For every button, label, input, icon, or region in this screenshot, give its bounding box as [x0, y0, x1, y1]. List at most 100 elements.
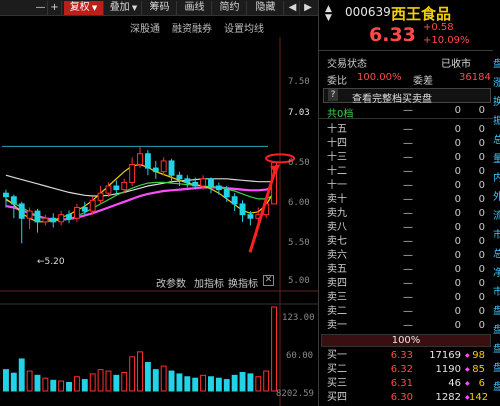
prev-button[interactable]: ◀ — [286, 1, 300, 15]
sell-level-label: 卖三 — [327, 292, 347, 303]
side-tab[interactable]: 市 — [493, 226, 500, 241]
side-tab[interactable]: 总 — [493, 245, 500, 260]
candle-body — [66, 214, 72, 219]
sell-level-volume: 0 — [454, 138, 461, 149]
zoom-out-button[interactable]: — — [34, 1, 48, 15]
volume-bar — [200, 374, 207, 392]
sell-level-row[interactable]: 十二 — 0 0 — [319, 165, 500, 178]
candle-body — [192, 181, 199, 187]
price-change: +0.58 — [423, 22, 454, 33]
next-stock-icon[interactable]: ▼ — [325, 13, 332, 23]
volume-bar — [137, 351, 143, 392]
sell-level-orders: 0 — [478, 166, 485, 177]
side-tab[interactable]: 换 — [493, 93, 500, 108]
hide-button[interactable]: 隐藏 — [248, 1, 284, 15]
side-tab[interactable]: 净 — [493, 264, 500, 279]
volume-bar — [152, 369, 159, 392]
sell-level-row[interactable]: 卖八 — 0 0 — [319, 221, 500, 234]
sell-level-row[interactable]: 卖三 — 0 0 — [319, 291, 500, 304]
buy-level-label: 买二 — [327, 364, 347, 375]
restore-rights-dropdown[interactable]: 复权 ▼ — [64, 1, 104, 15]
side-tab[interactable]: 盘 — [493, 378, 500, 393]
sell-level-row[interactable]: 卖七 — 0 0 — [319, 235, 500, 248]
close-indicator-button[interactable]: ✕ — [263, 275, 274, 286]
switch-indicator-link[interactable]: 换指标 — [228, 275, 258, 290]
candle-body — [176, 174, 183, 180]
side-tab[interactable]: 盘 — [493, 321, 500, 336]
total-vol: 0 — [454, 105, 461, 116]
sell-level-row[interactable]: 十一 — 0 0 — [319, 179, 500, 192]
volume-tick-base: 8202.59 — [276, 389, 314, 399]
edit-params-link[interactable]: 改参数 — [156, 275, 186, 290]
draw-line-button[interactable]: 画线 — [178, 1, 212, 15]
buy-level-row[interactable]: 买一 6.33 17169 ◆ 98 — [319, 349, 500, 362]
add-indicator-link[interactable]: 加指标 — [194, 275, 224, 290]
moving-average-line — [5, 163, 275, 223]
volume-bar — [121, 371, 128, 392]
side-tab[interactable]: 盘 — [493, 359, 500, 374]
next-button[interactable]: ▶ — [301, 1, 315, 15]
overlay-label: 叠加 — [109, 2, 130, 13]
help-icon[interactable]: ? — [328, 89, 338, 101]
side-tab[interactable]: 外 — [493, 188, 500, 203]
side-tab[interactable]: 市 — [493, 283, 500, 298]
sell-level-row[interactable]: 十三 — 0 0 — [319, 151, 500, 164]
sell-level-volume: 0 — [454, 180, 461, 191]
side-tab[interactable]: 内 — [493, 169, 500, 184]
candle-body — [97, 192, 104, 201]
buy-level-orders: 98 — [472, 350, 485, 361]
buy-level-orders: 142 — [469, 392, 489, 403]
sell-level-volume: 0 — [454, 278, 461, 289]
sell-level-label: 十四 — [327, 138, 347, 149]
side-tab[interactable]: 总 — [493, 131, 500, 146]
sell-level-label: 卖九 — [327, 208, 347, 219]
sell-level-row[interactable]: 卖一 — 0 0 — [319, 319, 500, 332]
side-tab[interactable]: 盘 — [493, 55, 500, 70]
sell-level-orders: 0 — [478, 222, 485, 233]
sell-level-label: 卖四 — [327, 278, 347, 289]
side-tab[interactable]: 振 — [493, 112, 500, 127]
sell-level-row[interactable]: 卖二 — 0 0 — [319, 305, 500, 318]
side-tab[interactable]: 盘 — [493, 340, 500, 355]
side-tab[interactable]: 流 — [493, 207, 500, 222]
kline-chart-area: 深股通 融资融券 设置均线 7.50 7.03 6.50 6.00 5.50 5… — [0, 17, 318, 406]
price-tick-5: 5.50 — [288, 238, 310, 248]
sell-level-row[interactable]: 十四 — 0 0 — [319, 137, 500, 150]
chips-button[interactable]: 筹码 — [143, 1, 177, 15]
sell-level-row[interactable]: 卖十 — 0 0 — [319, 193, 500, 206]
side-tab[interactable]: 盘 — [493, 302, 500, 317]
view-full-depth-button[interactable]: ? 查看完整档买卖盘 — [323, 88, 491, 105]
buy-level-row[interactable]: 买三 6.31 46 ◆ 6 — [319, 377, 500, 390]
stock-header: ▲ ▼ 000639 西王食品 — [319, 4, 500, 23]
zoom-in-button[interactable]: + — [48, 1, 62, 15]
side-tab[interactable]: 量 — [493, 150, 500, 165]
sell-level-row[interactable]: 卖五 — 0 0 — [319, 263, 500, 276]
candle-body — [184, 178, 191, 183]
order-diff-label: 委差 — [413, 76, 433, 87]
sell-level-row[interactable]: 卖九 — 0 0 — [319, 207, 500, 220]
buy-level-volume: 1282 — [435, 392, 461, 403]
sell-level-orders: 0 — [478, 264, 485, 275]
candle-body — [89, 199, 96, 212]
sell-level-price: — — [403, 124, 413, 135]
candle-body — [42, 217, 49, 223]
candle-body — [223, 189, 230, 198]
kline-chart[interactable] — [0, 17, 318, 406]
candle-body — [168, 160, 175, 176]
buy-level-row[interactable]: 买四 6.30 1282 ◆ 142 — [319, 391, 500, 404]
price-tick-3: 6.50 — [288, 158, 310, 168]
sell-level-orders: 0 — [478, 152, 485, 163]
buy-level-row[interactable]: 买二 6.32 1190 ◆ 85 — [319, 363, 500, 376]
sell-level-row[interactable]: 卖六 — 0 0 — [319, 249, 500, 262]
bid-ratio-text: 100% — [391, 335, 421, 346]
side-tab[interactable]: 涨 — [493, 74, 500, 89]
overlay-dropdown[interactable]: 叠加 ▼ — [106, 1, 142, 15]
sell-level-row[interactable]: 卖四 — 0 0 — [319, 277, 500, 290]
sell-level-volume: 0 — [454, 292, 461, 303]
simple-mode-button[interactable]: 简约 — [213, 1, 247, 15]
sell-level-volume: 0 — [454, 320, 461, 331]
sell-level-price: — — [403, 166, 413, 177]
candle-body — [58, 214, 65, 223]
volume-bar — [255, 376, 262, 392]
sell-level-row[interactable]: 十五 — 0 0 — [319, 123, 500, 136]
